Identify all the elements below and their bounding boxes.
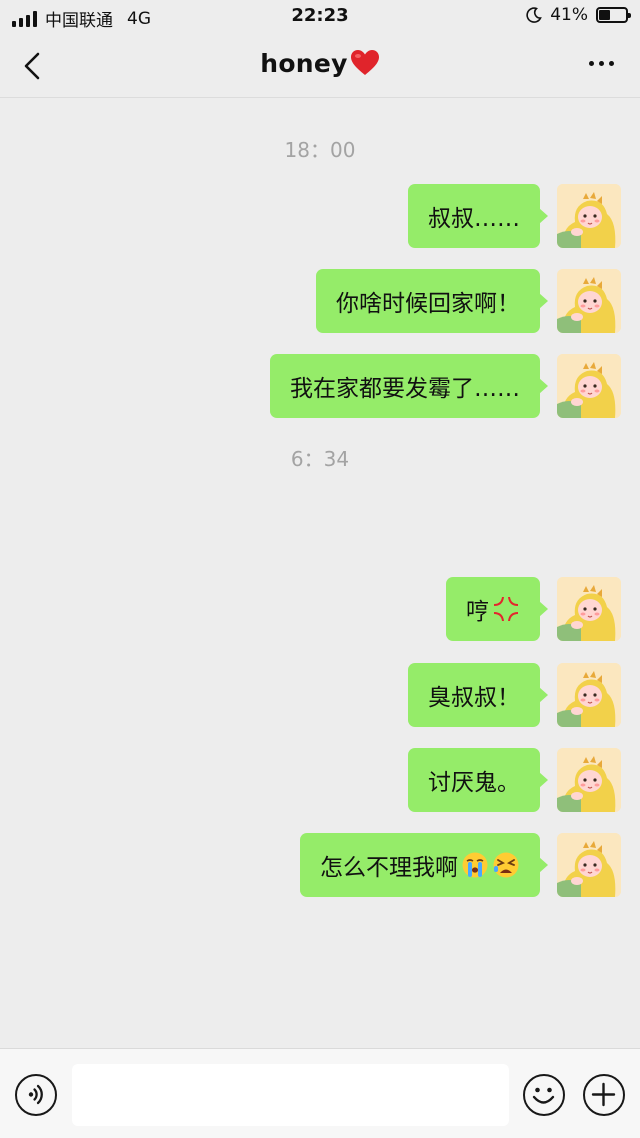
- message-row: 讨厌鬼。: [408, 748, 621, 812]
- contact-name: honey: [260, 49, 348, 78]
- avatar[interactable]: [557, 748, 621, 812]
- avatar[interactable]: [557, 577, 621, 641]
- status-right: 41%: [526, 5, 631, 25]
- message-input[interactable]: [72, 1064, 509, 1126]
- chat-timestamp: 18：00: [284, 138, 356, 162]
- message-bubble[interactable]: 哼: [446, 577, 548, 641]
- status-bar: 中国联通 4G 22:23 41%: [0, 0, 640, 34]
- message-bubble[interactable]: 你啥时候回家啊！: [316, 269, 548, 333]
- message-bubble[interactable]: 怎么不理我啊: [300, 833, 548, 897]
- message-text: 怎么不理我啊: [320, 855, 458, 881]
- plus-icon[interactable]: [583, 1074, 625, 1116]
- message-row: 怎么不理我啊: [300, 833, 621, 897]
- avatar[interactable]: [557, 184, 621, 248]
- message-row: 哼: [446, 577, 621, 641]
- message-row: 你啥时候回家啊！: [316, 269, 621, 333]
- avatar[interactable]: [557, 833, 621, 897]
- anger-icon: [494, 597, 518, 621]
- input-bar: [0, 1048, 640, 1138]
- heart-icon: [350, 50, 379, 75]
- chat-header: honey: [0, 34, 640, 98]
- message-text: 臭叔叔！: [428, 685, 520, 711]
- message-text: 叔叔……: [428, 206, 520, 232]
- battery-percent: 41%: [550, 5, 588, 25]
- avatar[interactable]: [557, 354, 621, 418]
- message-text: 哼: [466, 599, 489, 625]
- avatar[interactable]: [557, 663, 621, 727]
- smiley-icon[interactable]: [523, 1074, 565, 1116]
- message-text: 你啥时候回家啊！: [336, 291, 520, 317]
- message-bubble[interactable]: 叔叔……: [408, 184, 548, 248]
- tired-face-icon: [493, 852, 519, 878]
- more-dots-icon[interactable]: [589, 61, 614, 66]
- moon-icon: [526, 7, 542, 23]
- avatar[interactable]: [557, 269, 621, 333]
- chat-timestamp: 6：34: [290, 447, 350, 471]
- crying-face-icon: [462, 852, 488, 878]
- message-row: 叔叔……: [408, 184, 621, 248]
- battery-icon: [596, 7, 631, 23]
- voice-icon[interactable]: [15, 1074, 57, 1116]
- message-row: 臭叔叔！: [408, 663, 621, 727]
- message-bubble[interactable]: 我在家都要发霉了……: [270, 354, 548, 418]
- chat-title: honey: [0, 49, 640, 78]
- message-bubble[interactable]: 讨厌鬼。: [408, 748, 548, 812]
- message-bubble[interactable]: 臭叔叔！: [408, 663, 548, 727]
- message-text: 讨厌鬼。: [428, 770, 520, 796]
- message-text: 我在家都要发霉了……: [290, 376, 520, 402]
- message-row: 我在家都要发霉了……: [270, 354, 621, 418]
